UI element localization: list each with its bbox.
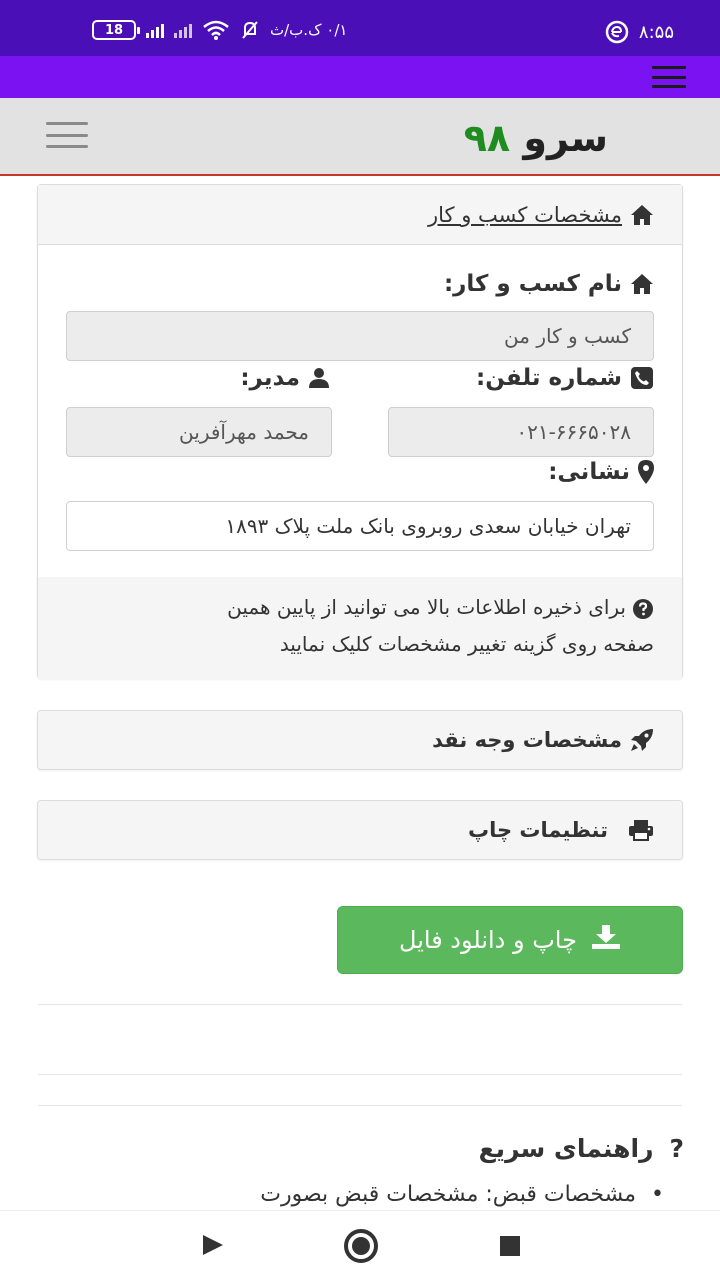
- phone-label: شماره تلفن:: [476, 365, 654, 391]
- manager-label: مدیر:: [240, 365, 330, 391]
- logo-number: ۹۸: [463, 116, 511, 160]
- site-logo[interactable]: سرو ۹۸: [464, 116, 608, 160]
- phone-value: ۰۲۱-۶۶۶۵۰۲۸: [516, 420, 631, 444]
- map-marker-icon: [638, 460, 654, 484]
- business-name-label: نام کسب و کار:: [444, 271, 654, 297]
- address-label: نشانی:: [548, 459, 654, 485]
- manager-label-text: مدیر:: [240, 365, 300, 391]
- business-panel-title[interactable]: مشخصات کسب و کار: [428, 203, 622, 227]
- note-line-1: برای ذخیره اطلاعات بالا می توانید از پای…: [66, 589, 654, 626]
- quick-guide-title-text: راهنمای سریع: [478, 1134, 654, 1163]
- recents-icon[interactable]: [500, 1236, 520, 1256]
- home-nav-icon[interactable]: [344, 1229, 378, 1263]
- question-circle-icon: [632, 598, 654, 620]
- hamburger-icon[interactable]: [46, 122, 88, 148]
- print-download-button[interactable]: چاپ و دانلود فایل: [337, 906, 683, 974]
- download-icon: [591, 924, 621, 956]
- battery-icon: 18: [92, 20, 140, 40]
- menu-icon[interactable]: [652, 66, 686, 88]
- system-nav-bar: [0, 1210, 720, 1280]
- back-icon[interactable]: [203, 1235, 223, 1255]
- save-note: برای ذخیره اطلاعات بالا می توانید از پای…: [38, 577, 682, 679]
- business-panel-header[interactable]: مشخصات کسب و کار: [38, 185, 682, 245]
- business-name-label-text: نام کسب و کار:: [443, 271, 622, 297]
- divider: [38, 1004, 682, 1005]
- cash-info-panel[interactable]: مشخصات وجه نقد: [37, 710, 683, 770]
- note-line-2: صفحه روی گزینه تغییر مشخصات کلیک نمایید: [279, 632, 654, 656]
- mute-icon: [242, 21, 258, 39]
- download-button-label: چاپ و دانلود فایل: [399, 926, 577, 954]
- phone-label-text: شماره تلفن:: [476, 365, 622, 391]
- logo-text: سرو: [523, 116, 608, 160]
- business-name-value: کسب و کار من: [504, 324, 631, 348]
- site-header: سرو ۹۸: [0, 98, 720, 176]
- status-bar: 18 ۰/۱ ک.ب/ث ۸:۵۵: [0, 0, 720, 56]
- clock: ۸:۵۵: [638, 21, 674, 43]
- divider: [38, 1105, 682, 1106]
- guide-list-item: مشخصات قبض: مشخصات قبض بصورت: [260, 1182, 663, 1207]
- manager-field[interactable]: محمد مهرآفرین: [66, 407, 332, 457]
- manager-value: محمد مهرآفرین: [179, 420, 309, 444]
- address-field[interactable]: تهران خیابان سعدی روبروی بانک ملت پلاک ۱…: [66, 501, 654, 551]
- rocket-icon: [630, 728, 654, 752]
- question-icon: ?: [669, 1134, 684, 1163]
- battery-level: 18: [104, 22, 124, 38]
- print-panel-title: تنظیمات چاپ: [468, 818, 608, 842]
- quick-guide-title: ? راهنمای سریع: [479, 1134, 684, 1163]
- cash-panel-header[interactable]: مشخصات وجه نقد: [38, 711, 682, 769]
- network-speed: ۰/۱ ک.ب/ث: [270, 21, 348, 39]
- address-label-text: نشانی:: [548, 459, 630, 485]
- divider: [38, 1074, 682, 1075]
- phone-icon: [630, 366, 654, 390]
- phone-field[interactable]: ۰۲۱-۶۶۶۵۰۲۸: [388, 407, 654, 457]
- user-icon: [308, 367, 330, 389]
- status-right: ۸:۵۵: [605, 20, 674, 44]
- cash-panel-title: مشخصات وجه نقد: [432, 728, 622, 752]
- signal-icon-2: [174, 22, 192, 38]
- address-value: تهران خیابان سعدی روبروی بانک ملت پلاک ۱…: [225, 514, 631, 538]
- home-icon: [630, 273, 654, 295]
- signal-icon: [146, 22, 164, 38]
- app-icon: [605, 20, 629, 44]
- status-left: 18 ۰/۱ ک.ب/ث: [92, 20, 347, 40]
- note-text-1: برای ذخیره اطلاعات بالا می توانید از پای…: [227, 595, 626, 619]
- printer-icon: [628, 819, 654, 841]
- print-panel-header[interactable]: تنظیمات چاپ: [38, 801, 682, 859]
- business-info-panel: مشخصات کسب و کار نام کسب و کار: کسب و کا…: [37, 184, 683, 679]
- home-icon: [630, 204, 654, 226]
- app-bar: [0, 56, 720, 98]
- business-name-field[interactable]: کسب و کار من: [66, 311, 654, 361]
- wifi-icon: [203, 20, 229, 40]
- print-settings-panel[interactable]: تنظیمات چاپ: [37, 800, 683, 860]
